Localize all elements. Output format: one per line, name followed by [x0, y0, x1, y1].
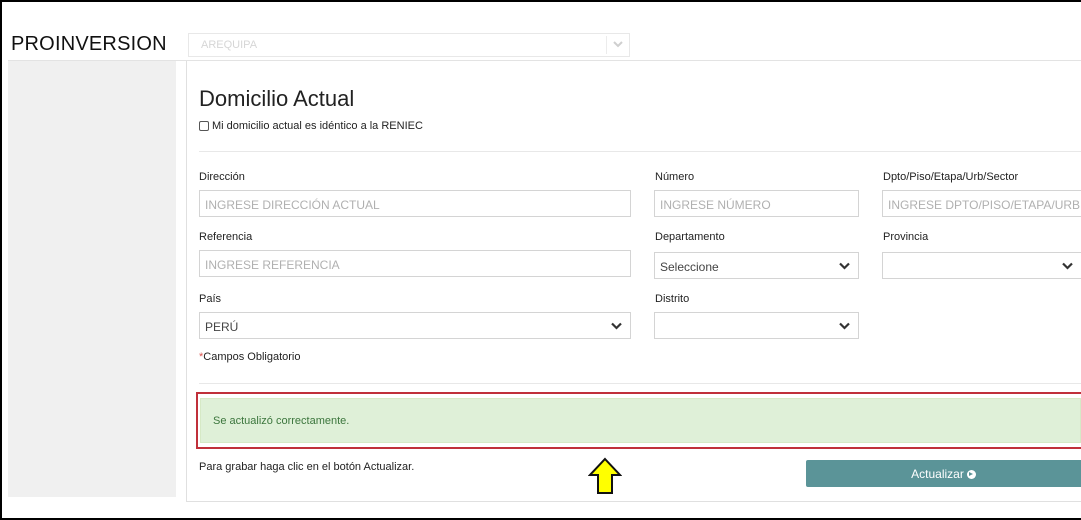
- update-button-label: Actualizar: [911, 467, 964, 481]
- numero-placeholder: INGRESE NÚMERO: [660, 198, 771, 212]
- departamento-label: Departamento: [655, 231, 725, 243]
- departamento-value: Seleccione: [660, 260, 719, 274]
- direccion-placeholder: INGRESE DIRECCIÓN ACTUAL: [205, 198, 380, 212]
- panel-border: [186, 61, 187, 502]
- required-note: *Campos Obligatorio: [199, 351, 301, 363]
- chevron-down-icon: [839, 322, 850, 330]
- dpto-input[interactable]: INGRESE DPTO/PISO/ETAPA/URB Ó SECTOR: [882, 190, 1081, 217]
- arrow-circle-right-icon: [966, 470, 976, 479]
- section-title: Domicilio Actual: [199, 86, 355, 111]
- required-note-text: Campos Obligatorio: [203, 351, 301, 363]
- pais-select[interactable]: PERÚ: [199, 312, 631, 339]
- distrito-label: Distrito: [655, 293, 690, 305]
- provincia-label: Provincia: [883, 231, 929, 243]
- numero-input[interactable]: INGRESE NÚMERO: [654, 190, 859, 217]
- section-divider: [199, 151, 1081, 152]
- referencia-placeholder: INGRESE REFERENCIA: [205, 258, 340, 272]
- reniec-checkbox-label: Mi domicilio actual es idéntico a la REN…: [212, 120, 423, 132]
- chevron-down-icon: [613, 41, 623, 48]
- up-arrow-icon: [588, 457, 622, 494]
- referencia-label: Referencia: [199, 231, 253, 243]
- provincia-select[interactable]: [882, 252, 1081, 279]
- region-select-value: AREQUIPA: [201, 39, 258, 51]
- chevron-down-icon: [1062, 262, 1073, 270]
- reniec-checkbox[interactable]: [199, 121, 209, 131]
- chevron-down-icon: [839, 262, 850, 270]
- select-separator: [606, 36, 607, 54]
- pais-label: País: [199, 293, 222, 305]
- direccion-label: Dirección: [199, 171, 245, 183]
- panel-border: [186, 501, 1081, 502]
- dpto-placeholder: INGRESE DPTO/PISO/ETAPA/URB Ó SECTOR: [888, 198, 1081, 212]
- distrito-select[interactable]: [654, 312, 859, 339]
- referencia-input[interactable]: INGRESE REFERENCIA: [199, 250, 631, 277]
- dpto-label: Dpto/Piso/Etapa/Urb/Sector: [883, 171, 1019, 183]
- direccion-input[interactable]: INGRESE DIRECCIÓN ACTUAL: [199, 190, 631, 217]
- app-logo[interactable]: PROINVERSION: [11, 33, 167, 56]
- chevron-down-icon: [611, 322, 622, 330]
- numero-label: Número: [655, 171, 695, 183]
- update-button[interactable]: Actualizar: [806, 460, 1081, 487]
- save-hint: Para grabar haga clic en el botón Actual…: [199, 461, 415, 473]
- form-divider: [199, 383, 1081, 384]
- departamento-select[interactable]: Seleccione: [654, 252, 859, 279]
- region-select[interactable]: AREQUIPA: [188, 33, 630, 57]
- sidebar: [8, 61, 176, 497]
- reniec-checkbox-row[interactable]: Mi domicilio actual es idéntico a la REN…: [199, 120, 423, 132]
- pais-value: PERÚ: [205, 320, 239, 334]
- alert-highlight-box: [196, 392, 1081, 449]
